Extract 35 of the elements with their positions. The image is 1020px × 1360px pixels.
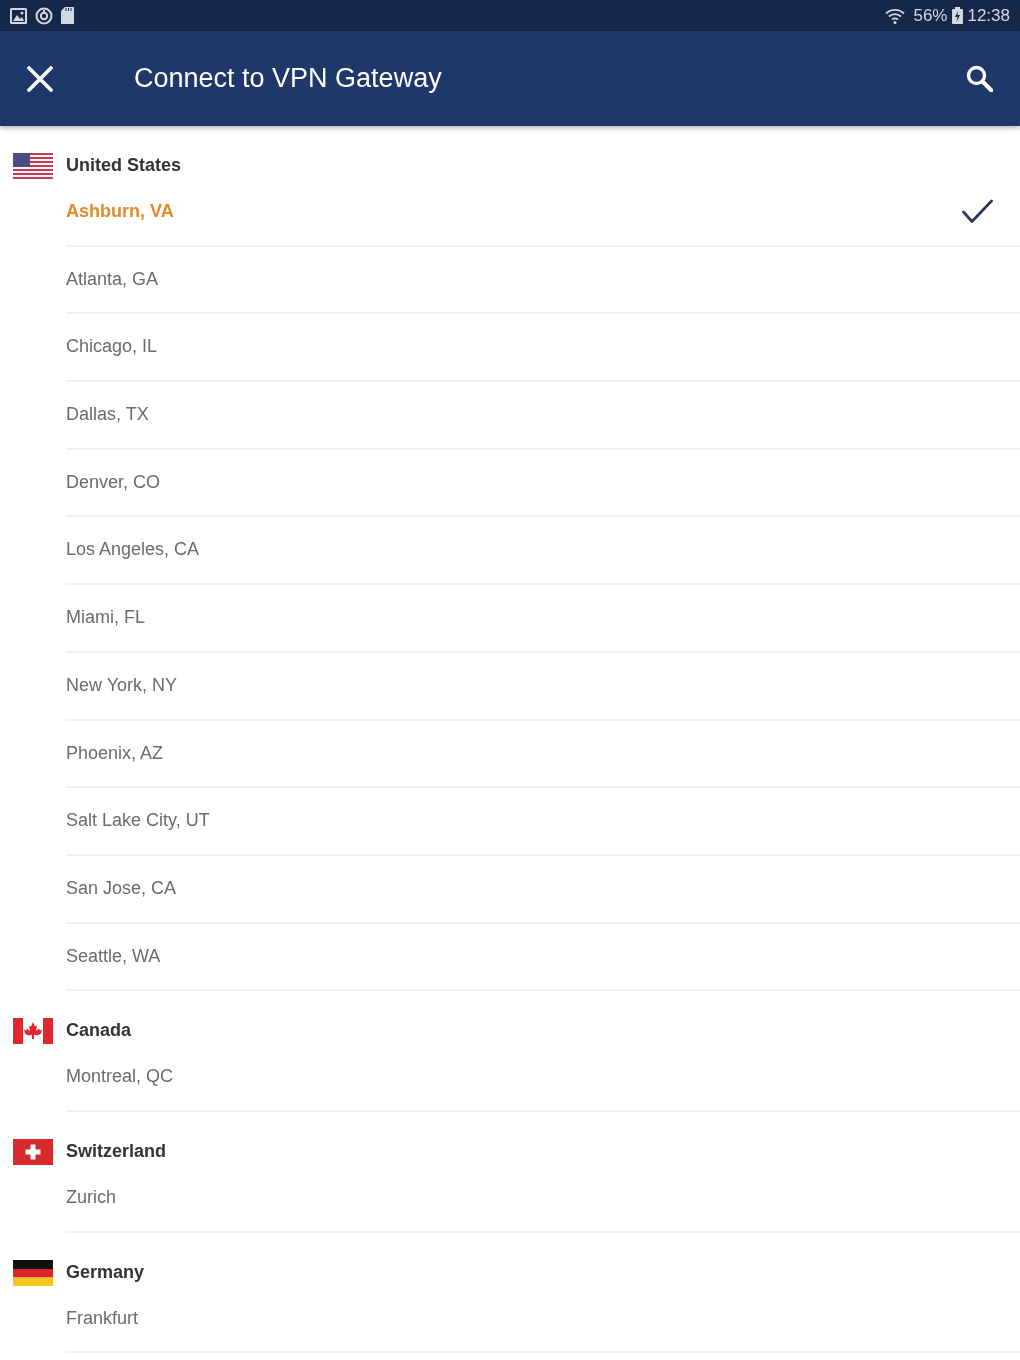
city-item[interactable]: New York, NY [66, 652, 1020, 721]
city-item[interactable]: Seattle, WA [66, 923, 1020, 992]
city-item[interactable]: Miami, FL [66, 585, 1020, 653]
flag-icon [13, 1138, 53, 1165]
battery-percent: 56% [913, 4, 948, 27]
city-item[interactable]: Atlanta, GA [66, 246, 1020, 315]
city-item[interactable]: Salt Lake City, UT [66, 788, 1020, 856]
flag-icon [13, 153, 53, 179]
country-name: Switzerland [66, 1141, 167, 1163]
sd-card-icon [61, 7, 74, 24]
country-name: Germany [66, 1261, 145, 1284]
search-button[interactable] [966, 65, 993, 92]
check-icon [962, 199, 993, 225]
city-item[interactable]: Zurich [66, 1164, 1020, 1233]
flag-icon [13, 1259, 53, 1286]
clock-time: 12:38 [967, 4, 1010, 27]
city-item[interactable]: Frankfurt [66, 1285, 1020, 1354]
battery-icon [952, 7, 964, 24]
country-name: Canada [66, 1020, 132, 1043]
city-item[interactable]: Chicago, IL [66, 314, 1020, 383]
city-item[interactable]: Los Angeles, CA [66, 517, 1020, 586]
city-item[interactable]: Phoenix, AZ [66, 720, 1020, 789]
city-item[interactable]: Denver, CO [66, 449, 1020, 518]
app-title: Connect to VPN Gateway [134, 62, 443, 95]
country-name: United States [66, 155, 182, 177]
city-item[interactable]: Montreal, QC [66, 1044, 1020, 1112]
image-icon [10, 7, 27, 24]
city-item[interactable]: San Jose, CA [66, 855, 1020, 924]
search-icon [966, 65, 993, 92]
wifi-icon [885, 7, 906, 24]
close-icon [27, 65, 53, 92]
close-button[interactable] [27, 65, 53, 92]
ring-icon [35, 6, 53, 25]
flag-icon [13, 1018, 53, 1045]
city-item[interactable]: Dallas, TX [66, 382, 1020, 450]
